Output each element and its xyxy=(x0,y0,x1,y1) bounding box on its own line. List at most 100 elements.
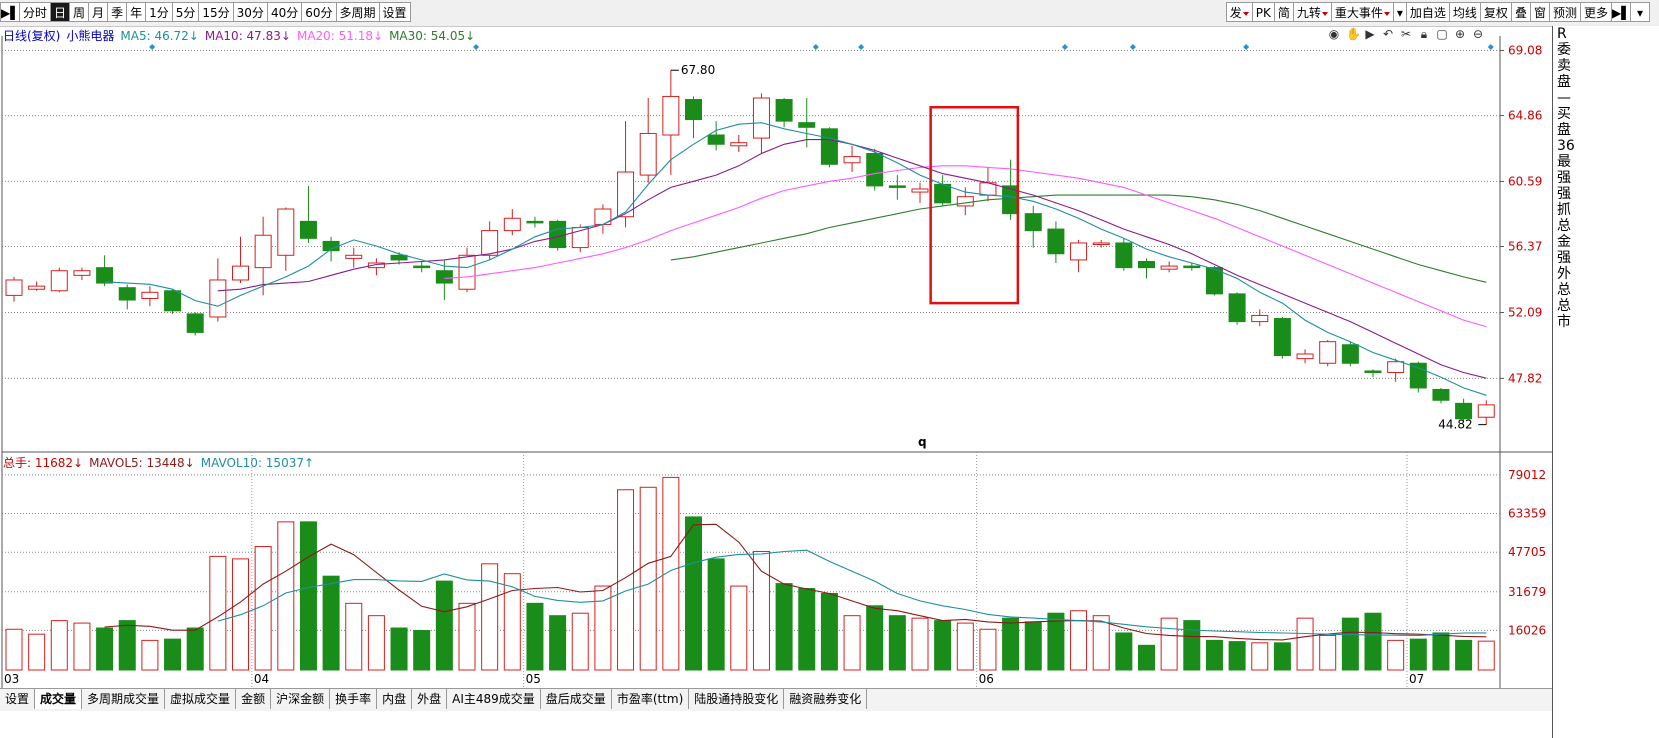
side-text: 卖 xyxy=(1557,58,1571,74)
side-text: 强 xyxy=(1557,186,1571,202)
candle-body xyxy=(232,265,249,281)
x-tick-label: 04 xyxy=(254,672,269,686)
volume-bar xyxy=(979,628,997,671)
tool-btn-11[interactable]: 更多 xyxy=(1579,2,1612,22)
price-tick-label: 47.82 xyxy=(1508,371,1542,385)
more-dropdown-icon[interactable]: ▾ xyxy=(1630,2,1650,22)
indicator-tab[interactable]: AI主489成交量 xyxy=(447,689,541,709)
candle-body xyxy=(685,99,702,121)
indicator-tab[interactable]: 多周期成交量 xyxy=(82,689,166,709)
candle-body xyxy=(1409,362,1427,389)
candle-body xyxy=(911,188,929,193)
volume-bar xyxy=(707,558,725,671)
side-panel: R 委卖盘 — 买盘 36 最强强抓总金强外总总市 xyxy=(1552,26,1659,738)
cursor-marker: q xyxy=(918,435,927,449)
side-text: 强 xyxy=(1557,250,1571,266)
volume-bar xyxy=(481,563,499,671)
volume-bar xyxy=(1341,617,1359,671)
side-text: 最 xyxy=(1557,154,1571,170)
side-text: 金 xyxy=(1557,234,1571,250)
candle-body xyxy=(390,254,408,261)
volume-bar xyxy=(390,627,408,671)
indicator-tab[interactable]: 金额 xyxy=(236,689,272,709)
volume-bar xyxy=(549,615,567,671)
indicator-tab[interactable]: 外盘 xyxy=(412,689,448,709)
candle-body xyxy=(73,270,91,276)
volume-bar xyxy=(413,629,431,671)
tool-btn-10[interactable]: 预测 xyxy=(1548,2,1581,22)
candle-body xyxy=(1160,265,1178,270)
volume-bar xyxy=(1409,638,1427,671)
candle-body xyxy=(1319,341,1337,364)
candle-body xyxy=(209,279,227,318)
volume-bar xyxy=(1364,612,1382,671)
candle-body xyxy=(707,134,725,145)
indicator-tab[interactable]: 陆股通持股变化 xyxy=(689,689,785,709)
volume-bar xyxy=(345,602,363,671)
indicator-tab[interactable]: 内盘 xyxy=(377,689,413,709)
indicator-tabs: 设置 成交量 多周期成交量 虚拟成交量 金额 沪深金额 换手率 内盘 外盘 AI主489成交量 盘后… xyxy=(0,688,1560,711)
volume-bar xyxy=(164,638,182,671)
volume-bar xyxy=(1138,644,1155,671)
volume-bar xyxy=(685,516,702,671)
indicator-tab[interactable]: 市盈率(ttm) xyxy=(611,689,690,709)
event-marker-icon[interactable] xyxy=(812,44,819,50)
side-text: — xyxy=(1557,90,1571,106)
indicator-tab[interactable]: 成交量 xyxy=(35,689,83,709)
volume-bar xyxy=(752,550,770,671)
expand-right-icon[interactable]: ▶▌ xyxy=(1611,2,1631,22)
side-text: 外 xyxy=(1557,266,1571,282)
indicator-tab[interactable]: 虚拟成交量 xyxy=(165,689,237,709)
event-marker-icon[interactable] xyxy=(1243,44,1250,50)
event-marker-icon[interactable] xyxy=(1129,44,1136,50)
volume-bar xyxy=(798,588,816,671)
side-text: 36 xyxy=(1557,138,1575,154)
volume-bar xyxy=(843,615,861,671)
volume-bar xyxy=(911,617,929,671)
volume-bar xyxy=(458,602,476,671)
candle-body xyxy=(843,156,861,164)
volume-bar xyxy=(299,521,317,671)
candle-body xyxy=(775,99,793,122)
candle-body xyxy=(413,265,431,269)
candle-body xyxy=(1115,242,1133,269)
ma10-line xyxy=(217,139,1487,379)
candle-body xyxy=(639,132,657,176)
event-marker-icon[interactable] xyxy=(149,44,156,50)
side-text: 买 xyxy=(1557,106,1571,122)
candle-body xyxy=(50,270,68,292)
volume-bar xyxy=(5,628,23,671)
volume-bar xyxy=(1432,632,1450,671)
indicator-tab[interactable]: 换手率 xyxy=(330,689,378,709)
indicator-tab[interactable]: 融资融券变化 xyxy=(784,689,868,709)
event-marker-icon[interactable] xyxy=(1487,44,1494,50)
candle-body xyxy=(1228,293,1246,323)
side-text: 总 xyxy=(1557,282,1571,298)
candle-body xyxy=(1024,213,1042,232)
event-marker-icon[interactable] xyxy=(858,44,865,50)
event-marker-icon[interactable] xyxy=(1061,44,1068,50)
price-tick-label: 60.59 xyxy=(1508,174,1542,188)
indicator-tab[interactable]: 设置 xyxy=(0,689,36,709)
candle-body xyxy=(118,287,136,301)
volume-tick-label: 79012 xyxy=(1508,468,1546,482)
candle-body xyxy=(549,220,567,249)
event-marker-icon[interactable] xyxy=(473,44,480,50)
volume-bar xyxy=(1228,641,1246,671)
volume-bar xyxy=(1070,610,1088,671)
volume-tick-label: 31679 xyxy=(1508,585,1546,599)
volume-bar xyxy=(1296,617,1314,671)
candle-body xyxy=(1341,344,1359,364)
volume-bar xyxy=(617,489,635,671)
stock-chart[interactable]: 69.08 64.86 60.59 56.37 52.09 47.82 79012 63359… xyxy=(0,0,1552,688)
side-text: 市 xyxy=(1557,314,1571,330)
volume-bar xyxy=(866,605,884,671)
volume-bar xyxy=(1387,639,1405,671)
candle-body xyxy=(934,183,952,204)
side-text: 总 xyxy=(1557,218,1571,234)
volume-bar xyxy=(730,585,748,671)
candle-body xyxy=(820,128,838,165)
volume-bar xyxy=(1183,620,1201,671)
indicator-tab[interactable]: 沪深金额 xyxy=(271,689,331,709)
indicator-tab[interactable]: 盘后成交量 xyxy=(540,689,612,709)
